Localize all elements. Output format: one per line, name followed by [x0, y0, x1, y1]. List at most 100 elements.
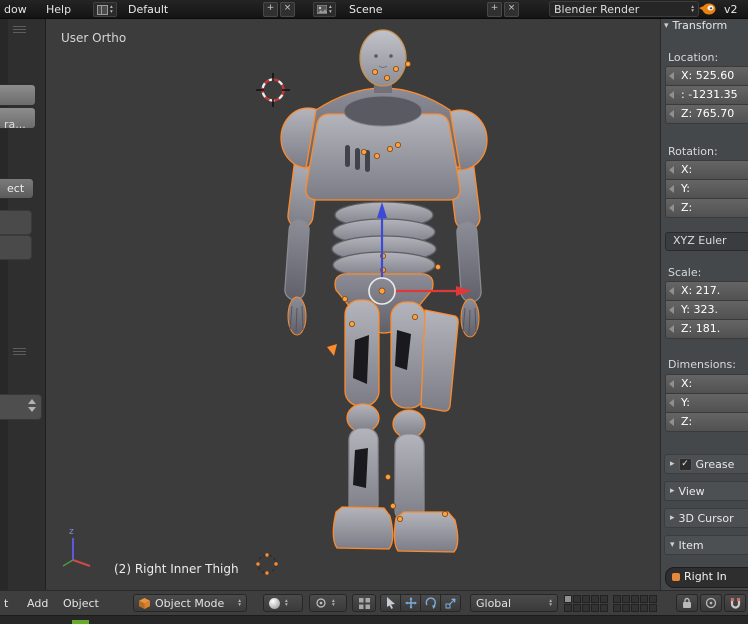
- layer-toggle[interactable]: [640, 595, 648, 603]
- lock-to-scene-button[interactable]: [676, 594, 698, 612]
- panel-item[interactable]: ▾ Item: [664, 535, 748, 555]
- layer-toggle[interactable]: [613, 595, 621, 603]
- decrement-arrow-icon[interactable]: [669, 306, 674, 314]
- rotation-y-field[interactable]: Y:: [665, 179, 748, 199]
- panel-3d-cursor[interactable]: ▸ 3D Cursor: [664, 508, 748, 528]
- shelf-stepper[interactable]: [0, 394, 42, 420]
- shelf-button-partial[interactable]: [0, 84, 36, 106]
- arrow-up-icon[interactable]: [28, 399, 36, 404]
- panel-3d-cursor-label: 3D Cursor: [679, 512, 734, 525]
- manipulator-toggle-button[interactable]: [380, 594, 401, 612]
- layer-toggle[interactable]: [600, 604, 608, 612]
- shelf-button-ect-label: ect: [7, 182, 24, 195]
- panel-grip-icon[interactable]: [13, 348, 26, 357]
- shelf-panel-partial[interactable]: [0, 210, 32, 235]
- location-z-field[interactable]: Z: 765.70: [665, 104, 748, 124]
- axis-gizmo: z: [63, 527, 90, 566]
- decrement-arrow-icon[interactable]: [669, 72, 674, 80]
- layer-toggle[interactable]: [622, 604, 630, 612]
- decrement-arrow-icon[interactable]: [669, 287, 674, 295]
- dimensions-x-field[interactable]: X:: [665, 374, 748, 394]
- decrement-arrow-icon[interactable]: [669, 418, 674, 426]
- decrement-arrow-icon[interactable]: [669, 91, 674, 99]
- layer-toggle[interactable]: [591, 595, 599, 603]
- arrow-down-icon[interactable]: [28, 407, 36, 412]
- layer-toggle[interactable]: [622, 595, 630, 603]
- rotate-manipulator-button[interactable]: [420, 594, 441, 612]
- decrement-arrow-icon[interactable]: [669, 110, 674, 118]
- layer-toggle[interactable]: [573, 604, 581, 612]
- location-x-field[interactable]: X: 525.60: [665, 66, 748, 86]
- layer-toggle[interactable]: [631, 595, 639, 603]
- proportional-edit-button[interactable]: [700, 594, 722, 612]
- panel-grip-icon[interactable]: [13, 26, 26, 35]
- layout-name-field[interactable]: Default: [128, 3, 168, 16]
- viewport-3d[interactable]: z User Ortho (2) Right Inner Thigh: [46, 18, 660, 590]
- add-scene-button[interactable]: +: [487, 2, 502, 17]
- pivot-align-toggle[interactable]: [352, 594, 376, 612]
- layout-icon: [97, 5, 108, 15]
- panel-transform-header[interactable]: ▾ Transform: [664, 19, 727, 32]
- rotation-mode-select[interactable]: XYZ Euler: [665, 232, 748, 251]
- mode-select[interactable]: Object Mode ▴▾: [133, 594, 247, 612]
- scale-z-field[interactable]: Z: 181.: [665, 319, 748, 339]
- render-engine-select[interactable]: Blender Render ▴▾: [549, 1, 699, 17]
- menu-add[interactable]: Add: [27, 597, 48, 610]
- decrement-arrow-icon[interactable]: [669, 185, 674, 193]
- rotation-x-field[interactable]: X:: [665, 160, 748, 180]
- layer-toggle[interactable]: [591, 604, 599, 612]
- manipulator-toggles: [380, 594, 461, 612]
- decrement-arrow-icon[interactable]: [669, 325, 674, 333]
- layer-toggle[interactable]: [613, 604, 621, 612]
- location-y-field[interactable]: : -1231.35: [665, 85, 748, 105]
- layer-toggle[interactable]: [640, 604, 648, 612]
- stepper-arrows-icon[interactable]: [28, 399, 36, 412]
- menu-window[interactable]: dow: [4, 3, 27, 16]
- pivot-point-select[interactable]: ▴▾: [309, 594, 347, 612]
- layer-toggle[interactable]: [573, 595, 581, 603]
- scale-x-field[interactable]: X: 217.: [665, 281, 748, 301]
- shading-sphere-icon: [269, 598, 280, 609]
- menu-help[interactable]: Help: [46, 3, 71, 16]
- scene-browser[interactable]: ▴▾: [313, 2, 336, 17]
- grease-checkbox[interactable]: ✓: [679, 458, 692, 471]
- scene-name-field[interactable]: Scene: [349, 3, 383, 16]
- layer-toggle[interactable]: [582, 604, 590, 612]
- item-name-field[interactable]: Right In: [665, 567, 748, 588]
- panel-grease-pencil[interactable]: ▸ ✓ Grease: [664, 454, 748, 474]
- layer-toggle[interactable]: [649, 604, 657, 612]
- screen-layout-browser[interactable]: ▴▾: [93, 2, 117, 17]
- layer-toggle[interactable]: [564, 595, 572, 603]
- close-layout-button[interactable]: ×: [280, 2, 295, 17]
- dimensions-z-field[interactable]: Z:: [665, 412, 748, 432]
- add-layout-button[interactable]: +: [263, 2, 278, 17]
- scale-y-field[interactable]: Y: 323.: [665, 300, 748, 320]
- snap-button[interactable]: [724, 594, 746, 612]
- timeline-playhead[interactable]: [72, 620, 89, 624]
- scale-manipulator-button[interactable]: [440, 594, 461, 612]
- layer-toggle[interactable]: [564, 604, 572, 612]
- translate-manipulator-button[interactable]: [400, 594, 421, 612]
- layer-toggle[interactable]: [600, 595, 608, 603]
- close-scene-button[interactable]: ×: [504, 2, 519, 17]
- layer-toggle[interactable]: [649, 595, 657, 603]
- decrement-arrow-icon[interactable]: [669, 399, 674, 407]
- decrement-arrow-icon[interactable]: [669, 380, 674, 388]
- rotation-y-value: Y:: [681, 182, 690, 195]
- dimensions-y-field[interactable]: Y:: [665, 393, 748, 413]
- decrement-arrow-icon[interactable]: [669, 166, 674, 174]
- rotation-z-field[interactable]: Z:: [665, 198, 748, 218]
- menu-object[interactable]: Object: [63, 597, 99, 610]
- viewport-shading-select[interactable]: ▴▾: [263, 594, 303, 612]
- shelf-label-partial: ra...: [4, 118, 26, 131]
- dimensions-label: Dimensions:: [668, 358, 736, 371]
- layer-toggle[interactable]: [631, 604, 639, 612]
- shelf-panel-partial[interactable]: [0, 235, 32, 260]
- layer-toggle[interactable]: [582, 595, 590, 603]
- panel-view[interactable]: ▸ View: [664, 481, 748, 501]
- decrement-arrow-icon[interactable]: [669, 204, 674, 212]
- transform-orientation-select[interactable]: Global ▴▾: [470, 594, 558, 612]
- cursor-3d: [256, 73, 290, 107]
- shelf-button-ect[interactable]: ect: [0, 178, 34, 199]
- menu-select-partial[interactable]: t: [4, 597, 8, 610]
